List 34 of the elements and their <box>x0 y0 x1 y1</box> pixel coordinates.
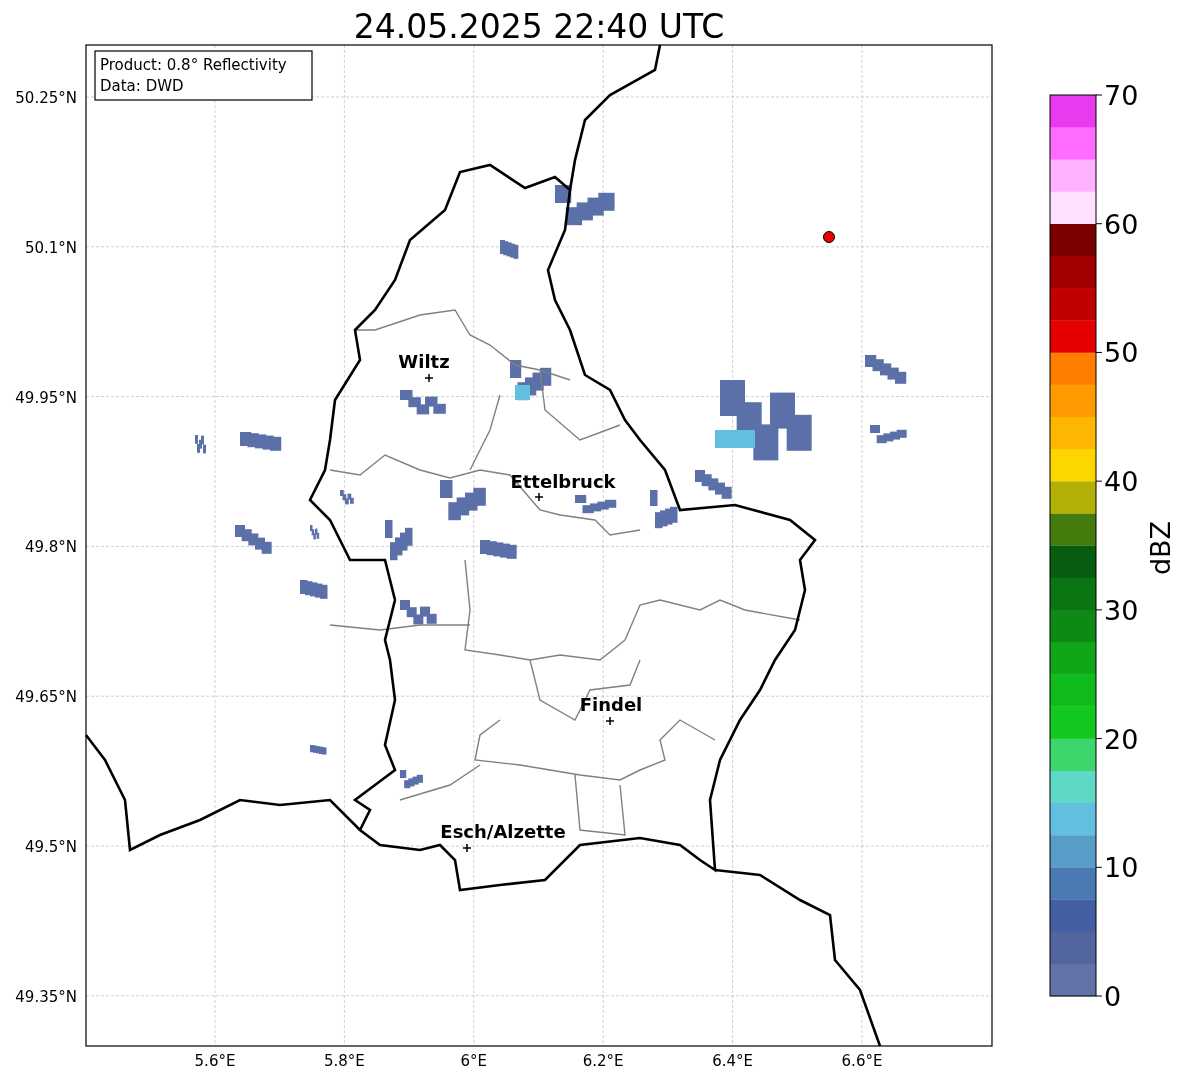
info-text: Product: 0.8° Reflectivity <box>100 56 287 74</box>
longitude-label: 5.6°E <box>194 1052 236 1070</box>
latitude-label: 50.25°N <box>15 89 77 107</box>
longitude-label: 6°E <box>460 1052 488 1070</box>
colorbar-tick-label: 70 <box>1104 80 1139 111</box>
longitude-label: 6.2°E <box>582 1052 624 1070</box>
latitude-label: 49.95°N <box>15 388 77 407</box>
city-marker-icon <box>462 843 472 853</box>
colorbar-tick-label: 10 <box>1104 852 1139 884</box>
location-dot <box>823 231 835 243</box>
longitude-label: 6.6°E <box>841 1052 883 1070</box>
latitude-label: 49.65°N <box>15 688 77 707</box>
longitude-label: 6.4°E <box>712 1052 753 1070</box>
colorbar-tick-label: 40 <box>1104 466 1139 498</box>
city-label: Wiltz <box>398 351 450 372</box>
latitude-label: 49.8°N <box>24 538 77 557</box>
colorbar-tick-label: 50 <box>1104 337 1139 369</box>
city-marker-icon <box>534 492 544 502</box>
chart-title: 24.05.2025 22:40 UTC <box>353 7 725 46</box>
latitude-label: 49.5°N <box>24 838 77 856</box>
colorbar-tick-label: 20 <box>1104 723 1139 755</box>
colorbar-tick-label: 60 <box>1104 208 1139 240</box>
colorbar-tick-label: 30 <box>1104 594 1139 626</box>
latitude-label: 50.1°N <box>24 238 77 257</box>
city-label: Esch/Alzette <box>440 821 566 842</box>
colorbar-tick-label: 0 <box>1104 981 1122 1012</box>
city-marker-icon <box>424 373 434 383</box>
city-marker-icon <box>605 716 615 726</box>
colorbar-title: dBZ <box>1145 520 1176 576</box>
info-text: Data: DWD <box>100 77 184 95</box>
city-label: Ettelbruck <box>510 471 616 492</box>
longitude-label: 5.8°E <box>324 1052 365 1070</box>
latitude-label: 49.35°N <box>15 987 77 1006</box>
city-label: Findel <box>579 694 643 715</box>
